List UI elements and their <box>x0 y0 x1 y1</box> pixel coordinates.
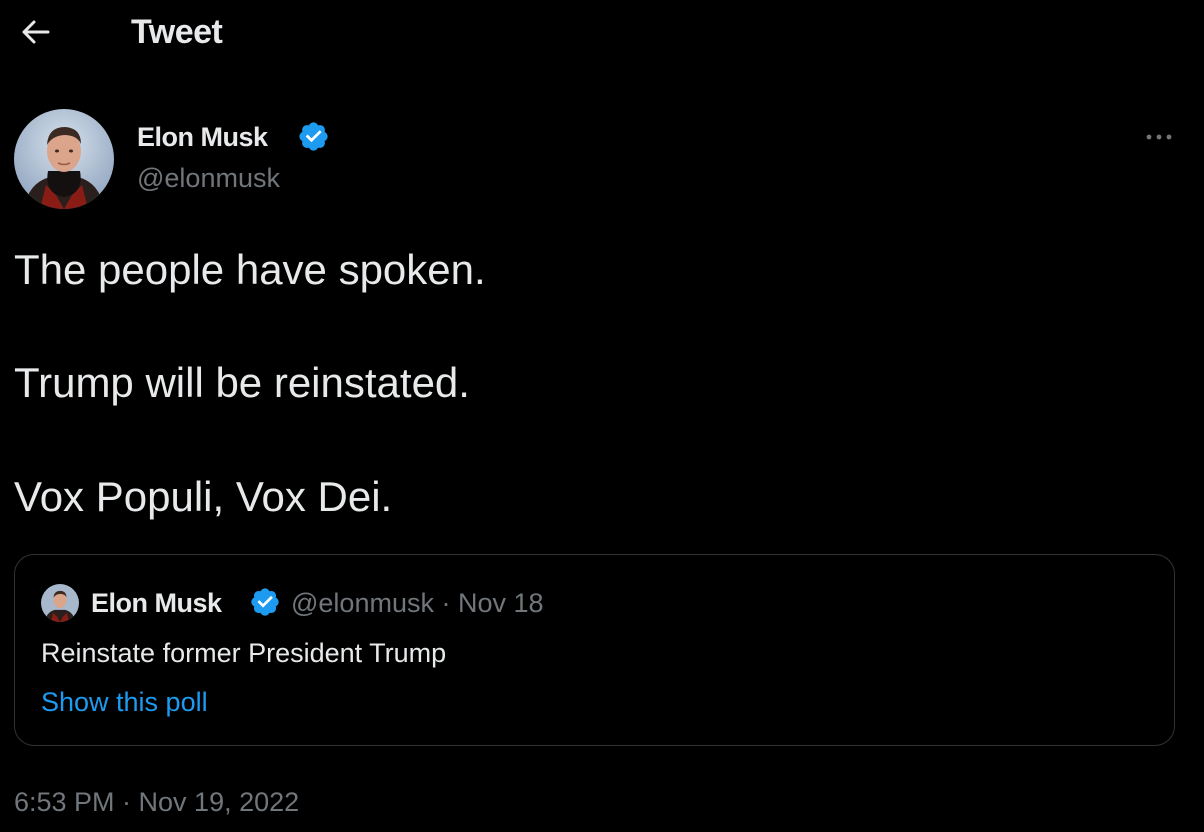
tweet-text-line: Vox Populi, Vox Dei. <box>14 473 393 520</box>
quoted-avatar <box>41 584 79 622</box>
author-name[interactable]: Elon Musk <box>137 120 268 154</box>
more-horizontal-icon <box>1146 134 1172 140</box>
avatar[interactable] <box>14 109 114 209</box>
quoted-handle-date: @elonmusk · Nov 18 <box>291 588 544 618</box>
more-options-button[interactable] <box>1138 120 1180 154</box>
tweet-timestamp[interactable]: 6:53 PM · Nov 19, 2022 <box>14 785 299 819</box>
quoted-tweet-card[interactable]: Elon Musk @elonmusk · Nov 18 Reinstate f… <box>14 554 1175 746</box>
arrow-left-icon <box>22 20 50 44</box>
page-title: Tweet <box>131 13 223 51</box>
verified-badge-icon <box>299 122 328 151</box>
tweet-text-line: Trump will be reinstated. <box>14 359 470 406</box>
verified-badge-icon <box>251 588 279 616</box>
profile-photo <box>14 109 114 209</box>
top-bar: Tweet <box>0 0 1204 64</box>
quoted-author-name: Elon Musk <box>91 588 222 618</box>
quoted-profile-photo <box>41 584 79 622</box>
author-handle[interactable]: @elonmusk <box>137 161 280 195</box>
quoted-tweet-text: Reinstate former President Trump <box>41 638 447 668</box>
back-button[interactable] <box>14 12 58 52</box>
show-poll-link[interactable]: Show this poll <box>41 685 208 719</box>
tweet-text-line: The people have spoken. <box>14 246 486 293</box>
